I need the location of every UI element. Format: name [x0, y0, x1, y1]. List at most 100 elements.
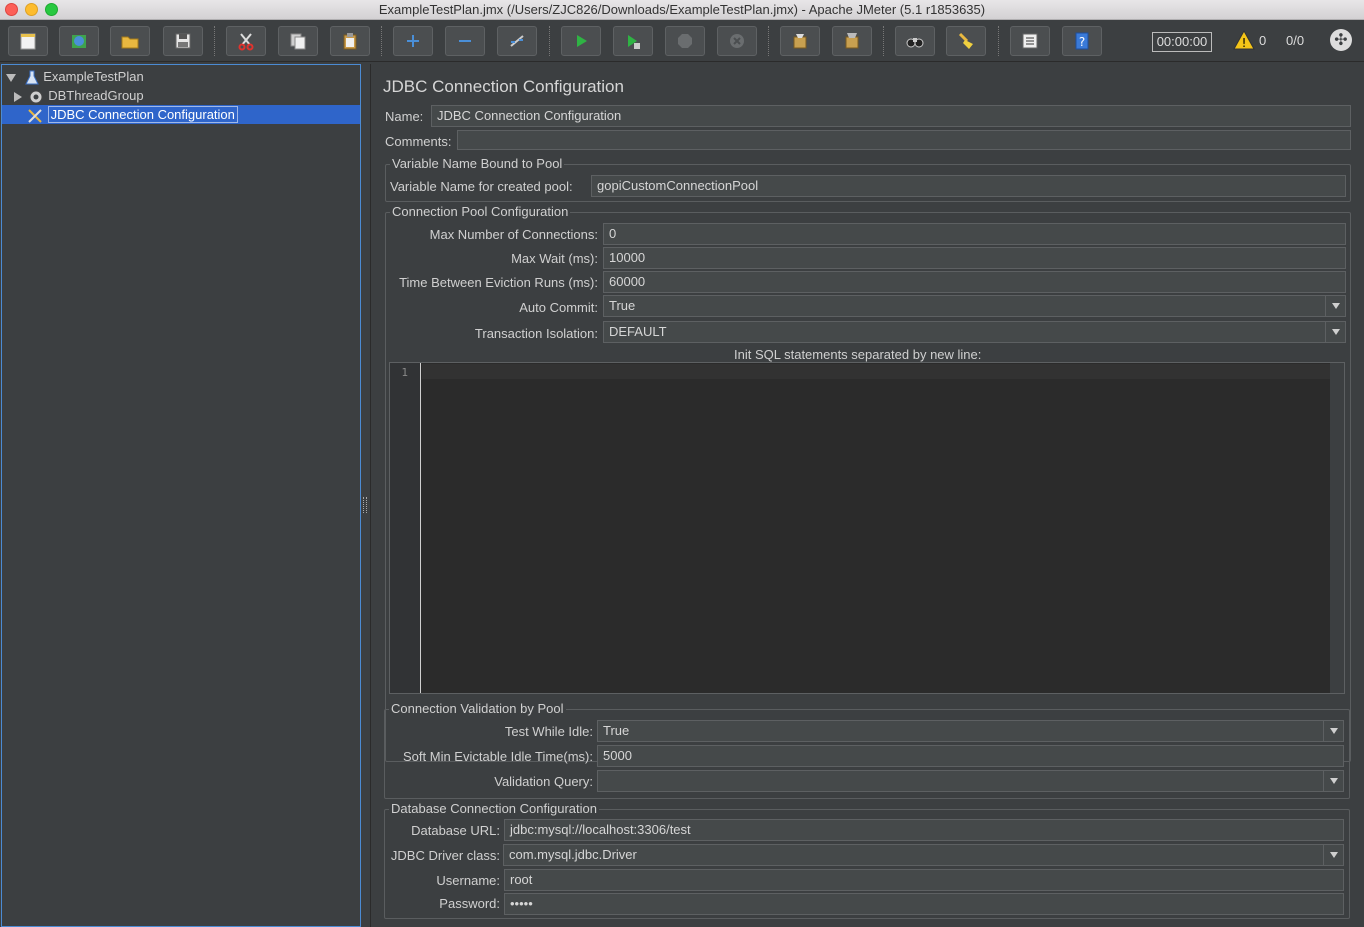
tree-item-label: ExampleTestPlan — [43, 69, 144, 84]
name-input[interactable]: JDBC Connection Configuration — [431, 105, 1351, 127]
test-plan-tree: ExampleTestPlan DBThreadGroup JDBC Conne… — [1, 64, 361, 927]
start-no-pauses-button[interactable] — [613, 26, 653, 56]
save-button[interactable] — [163, 26, 203, 56]
plus-icon — [407, 35, 419, 47]
new-button[interactable] — [8, 26, 48, 56]
stop-button[interactable] — [665, 26, 705, 56]
comments-label: Comments: — [385, 134, 452, 149]
help-icon: ? — [1075, 32, 1089, 50]
max-connections-input[interactable]: 0 — [603, 223, 1346, 245]
copy-button[interactable] — [278, 26, 318, 56]
reset-search-button[interactable] — [946, 26, 986, 56]
test-plan-icon — [24, 70, 39, 85]
play-no-pause-icon — [628, 35, 640, 49]
search-button[interactable] — [895, 26, 935, 56]
test-while-idle-label: Test While Idle: — [504, 724, 593, 739]
auto-commit-select[interactable]: True — [603, 295, 1346, 317]
svg-text:?: ? — [1079, 35, 1085, 49]
active-threads: 0/0 — [1286, 33, 1305, 48]
username-input[interactable]: root — [504, 869, 1344, 891]
max-wait-input[interactable]: 10000 — [603, 247, 1346, 269]
collapse-button[interactable] — [445, 26, 485, 56]
auto-commit-value: True — [609, 298, 636, 313]
comments-input[interactable] — [457, 130, 1351, 150]
chevron-down-icon[interactable] — [1323, 721, 1343, 741]
cut-icon — [238, 33, 254, 51]
templates-icon — [72, 35, 86, 48]
transaction-isolation-select[interactable]: DEFAULT — [603, 321, 1346, 343]
function-helper-button[interactable] — [1010, 26, 1050, 56]
username-label: Username: — [436, 873, 500, 888]
shutdown-button[interactable] — [717, 26, 757, 56]
expand-button[interactable] — [393, 26, 433, 56]
split-pane-divider[interactable] — [363, 497, 367, 513]
toggle-button[interactable] — [497, 26, 537, 56]
tree-item-thread-group[interactable]: DBThreadGroup — [14, 86, 144, 105]
toolbar: ? 00:00:00 ! 0 0/0 ✣ — [0, 20, 1364, 62]
expand-arrow-icon[interactable] — [14, 91, 22, 102]
paste-button[interactable] — [330, 26, 370, 56]
warning-icon[interactable]: ! — [1233, 30, 1255, 50]
chevron-down-icon[interactable] — [1323, 845, 1343, 865]
soft-min-idle-label: Soft Min Evictable Idle Time(ms): — [403, 749, 593, 764]
new-file-icon — [20, 33, 36, 50]
pool-variable-input[interactable]: gopiCustomConnectionPool — [591, 175, 1346, 197]
toggle-icon — [510, 35, 524, 47]
current-line-highlight — [422, 364, 1330, 379]
minimize-window-button[interactable] — [25, 3, 38, 16]
transaction-isolation-value: DEFAULT — [609, 324, 667, 339]
templates-button[interactable] — [59, 26, 99, 56]
soft-min-idle-input[interactable]: 5000 — [597, 745, 1344, 767]
validation-query-select[interactable] — [597, 770, 1344, 792]
editor-scrollbar[interactable] — [1330, 363, 1344, 693]
page-title: JDBC Connection Configuration — [383, 77, 624, 96]
database-url-label: Database URL: — [411, 823, 500, 838]
list-icon — [1022, 33, 1038, 49]
cut-button[interactable] — [226, 26, 266, 56]
start-button[interactable] — [561, 26, 601, 56]
group-title: Variable Name Bound to Pool — [390, 156, 565, 171]
init-sql-label: Init SQL statements separated by new lin… — [734, 347, 982, 362]
open-folder-icon — [121, 36, 139, 49]
close-window-button[interactable] — [5, 3, 18, 16]
help-button[interactable]: ? — [1062, 26, 1102, 56]
eviction-runs-label: Time Between Eviction Runs (ms): — [399, 275, 598, 290]
eviction-runs-input[interactable]: 60000 — [603, 271, 1346, 293]
clear-all-icon — [845, 33, 859, 49]
line-number-gutter: 1 — [390, 363, 421, 693]
clear-button[interactable] — [780, 26, 820, 56]
open-button[interactable] — [110, 26, 150, 56]
play-icon — [577, 35, 587, 47]
group-title: Connection Pool Configuration — [390, 204, 571, 219]
auto-commit-label: Auto Commit: — [519, 300, 598, 315]
pool-variable-label: Variable Name for created pool: — [390, 179, 573, 194]
group-title: Database Connection Configuration — [389, 801, 599, 816]
transaction-isolation-label: Transaction Isolation: — [474, 326, 598, 341]
test-while-idle-select[interactable]: True — [597, 720, 1344, 742]
stop-icon — [678, 34, 692, 48]
init-sql-editor[interactable]: 1 — [389, 362, 1345, 694]
name-label: Name: — [385, 109, 424, 124]
chevron-down-icon[interactable] — [1325, 296, 1345, 316]
shutdown-icon — [730, 34, 744, 48]
elapsed-timer: 00:00:00 — [1152, 32, 1212, 52]
svg-text:!: ! — [1242, 36, 1247, 50]
remote-icon[interactable]: ✣ — [1330, 29, 1352, 51]
password-label: Password: — [439, 896, 500, 911]
binoculars-icon — [906, 38, 924, 48]
save-icon — [175, 33, 191, 49]
chevron-down-icon[interactable] — [1323, 771, 1343, 791]
zoom-window-button[interactable] — [45, 3, 58, 16]
validation-query-label: Validation Query: — [494, 774, 593, 789]
database-url-input[interactable]: jdbc:mysql://localhost:3306/test — [504, 819, 1344, 841]
max-connections-label: Max Number of Connections: — [429, 227, 598, 242]
password-input[interactable]: ••••• — [504, 893, 1344, 915]
tree-item-label: DBThreadGroup — [48, 88, 144, 103]
jdbc-driver-select[interactable]: com.mysql.jdbc.Driver — [503, 844, 1344, 866]
jdbc-driver-label: JDBC Driver class: — [390, 848, 500, 863]
chevron-down-icon[interactable] — [1325, 322, 1345, 342]
collapse-arrow-icon[interactable] — [6, 73, 16, 82]
clear-all-button[interactable] — [832, 26, 872, 56]
tree-item-test-plan[interactable]: ExampleTestPlan — [6, 67, 144, 86]
tree-item-jdbc-config[interactable]: JDBC Connection Configuration — [2, 105, 360, 124]
